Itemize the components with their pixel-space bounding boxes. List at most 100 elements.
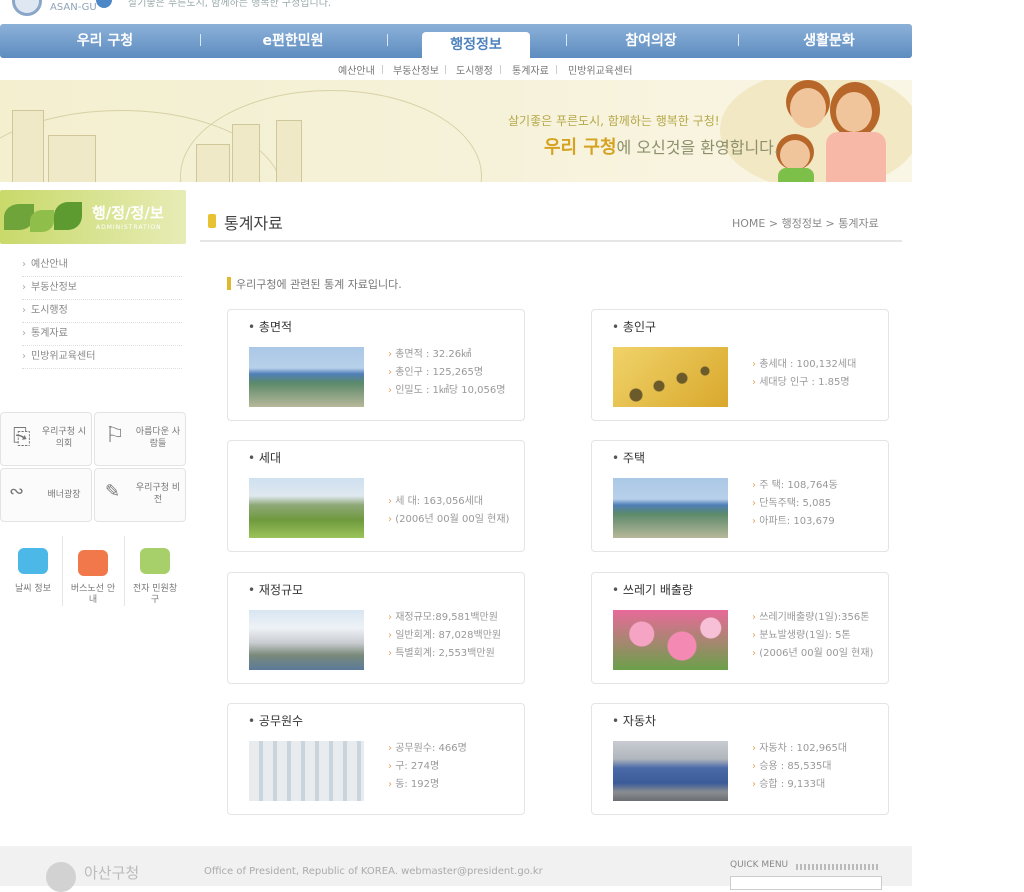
subnav-divider (382, 65, 383, 74)
logo-dot-icon (96, 0, 112, 8)
sidebar-item-real-estate[interactable]: 부동산정보 (22, 277, 182, 300)
sidebar-title: 행/정/정/보 (92, 204, 164, 222)
card-stats: 자동차 : 102,965대 승용 : 85,535대 승합 : 9,133대 (752, 740, 847, 794)
nav-item-e-civil[interactable]: e편한민원 (228, 24, 358, 58)
weather-label[interactable]: 날씨 정보 (8, 584, 58, 595)
card-photo (613, 478, 728, 538)
leaf-icon (30, 210, 54, 232)
subnav-real-estate[interactable]: 부동산정보 (393, 62, 439, 77)
card-stats: 주 택: 108,764동 단독주택: 5,085 아파트: 103,679 (752, 477, 838, 531)
stat-line: 재정규모:89,581백만원 (388, 609, 501, 627)
quick-link-people[interactable]: ⚐ 아름다운 사람들 (94, 412, 186, 466)
building-icon[interactable] (140, 548, 170, 574)
card-photo (613, 741, 728, 801)
breadcrumb: HOME > 행정정보 > 통계자료 (732, 217, 879, 230)
sidebar-item-budget[interactable]: 예산안내 (22, 254, 182, 277)
stat-line: 분뇨발생량(1일): 5톤 (752, 627, 873, 645)
quick-link-label: 배너광장 (47, 490, 81, 500)
sidebar-item-civil-defense[interactable]: 민방위교육센터 (22, 346, 182, 369)
footer-office-name: 아산구청 (84, 864, 140, 882)
stat-card-finance: 재정규모 재정규모:89,581백만원 일반회계: 87,028백만원 특별회계… (227, 572, 525, 684)
card-photo (613, 347, 728, 407)
vision-icon: ✎ (105, 481, 121, 502)
stat-line: 세 대: 163,056세대 (388, 493, 509, 511)
stat-line: 승용 : 85,535대 (752, 758, 847, 776)
title-marker-icon (208, 214, 216, 228)
card-stats: 쓰레기배출량(1일):356톤 분뇨발생량(1일): 5톤 (2006년 00월… (752, 609, 873, 663)
card-title: 쓰레기 배출량 (612, 581, 693, 598)
father-face (790, 88, 826, 128)
quick-menu-dots (796, 864, 880, 870)
banner-welcome-rest: 에 오신것을 환영합니다. (616, 138, 779, 157)
banner-building (196, 144, 230, 182)
quick-link-banner[interactable]: ∾ 배너광장 (0, 468, 92, 522)
subnav-urban[interactable]: 도시행정 (456, 62, 493, 77)
hero-banner (0, 80, 912, 182)
subnav-divider (556, 65, 557, 74)
stat-line: (2006년 00월 00일 현재) (752, 645, 873, 663)
quick-link-vision[interactable]: ✎ 우리구청 비전 (94, 468, 186, 522)
logo-emblem-icon (12, 0, 42, 16)
stat-card-officials: 공무원수 공무원수: 466명 구: 274명 동: 192명 (227, 703, 525, 815)
stat-line: 총면적 : 32.26㎢ (388, 346, 505, 364)
nav-item-admin-info[interactable]: 행정정보 (422, 32, 530, 58)
quick-link-label: 우리구청 시의회 (41, 427, 87, 449)
quick-menu-label: QUICK MENU (730, 860, 789, 870)
stat-line: 아파트: 103,679 (752, 513, 838, 531)
nav-divider (200, 34, 201, 46)
footer-logo-icon (46, 862, 76, 892)
bus-icon[interactable] (78, 550, 108, 576)
banner-icon: ∾ (9, 481, 25, 502)
nav-item-participation[interactable]: 참여의장 (586, 24, 716, 58)
stat-line: 구: 274명 (388, 758, 467, 776)
nav-item-our-office[interactable]: 우리 구청 (40, 24, 170, 58)
sidebar-item-urban[interactable]: 도시행정 (22, 300, 182, 323)
banner-welcome-em: 우리 구청 (544, 137, 617, 158)
banner-tagline: 살기좋은 푸른도시, 함께하는 행복한 구청! (508, 114, 720, 128)
banner-welcome: 우리 구청에 오신것을 환영합니다. (544, 133, 779, 159)
quick-menu-select[interactable] (730, 876, 882, 890)
banner-building (232, 124, 260, 182)
sidebar-subtitle: ADMINISTRATION (96, 224, 162, 231)
card-photo (249, 347, 364, 407)
stat-line: 자동차 : 102,965대 (752, 740, 847, 758)
nav-item-life-culture[interactable]: 생활문화 (764, 24, 894, 58)
small-divider (62, 536, 63, 606)
nav-divider (566, 34, 567, 46)
child-body (778, 168, 814, 182)
bus-label[interactable]: 버스노선 안내 (68, 584, 118, 606)
quick-link-council[interactable]: ⎘ 우리구청 시의회 (0, 412, 92, 466)
card-stats: 공무원수: 466명 구: 274명 동: 192명 (388, 740, 467, 794)
card-title: 세대 (248, 449, 281, 466)
title-divider (200, 240, 902, 242)
card-stats: 총세대 : 100,132세대 세대당 인구 : 1.85명 (752, 356, 856, 392)
intro-text: 우리구청에 관련된 통계 자료입니다. (236, 278, 402, 291)
page-title: 통계자료 (224, 214, 283, 233)
mother-face (836, 92, 872, 132)
quick-link-label: 우리구청 비전 (135, 483, 181, 505)
card-title: 재정규모 (248, 581, 303, 598)
stat-card-vehicles: 자동차 자동차 : 102,965대 승용 : 85,535대 승합 : 9,1… (591, 703, 889, 815)
subnav-statistics[interactable]: 통계자료 (512, 62, 549, 77)
card-title: 자동차 (612, 712, 656, 729)
weather-icon[interactable] (18, 548, 48, 574)
card-photo (249, 741, 364, 801)
card-photo (249, 610, 364, 670)
stat-line: 쓰레기배출량(1일):356톤 (752, 609, 873, 627)
stat-line: 일반회계: 87,028백만원 (388, 627, 501, 645)
e-civil-label[interactable]: 전자 민원창구 (130, 584, 180, 606)
intro-marker-icon (227, 277, 231, 290)
child-face (780, 140, 810, 170)
card-photo (613, 610, 728, 670)
header-slogan: 살기좋은 푸른도시, 함께하는 행복한 구청입니다. (128, 0, 332, 9)
subnav-divider (500, 65, 501, 74)
sidebar-item-statistics[interactable]: 통계자료 (22, 323, 182, 346)
mother-body (826, 132, 886, 182)
subnav-budget[interactable]: 예산안내 (338, 62, 375, 77)
banner-building (276, 120, 302, 182)
stat-line: 인밀도 : 1㎢당 10,056명 (388, 382, 505, 400)
card-stats: 총면적 : 32.26㎢ 총인구 : 125,265명 인밀도 : 1㎢당 10… (388, 346, 505, 400)
card-photo (249, 478, 364, 538)
subnav-civil-defense[interactable]: 민방위교육센터 (568, 62, 632, 77)
footer-info: Office of President, Republic of KOREA. … (204, 866, 543, 877)
